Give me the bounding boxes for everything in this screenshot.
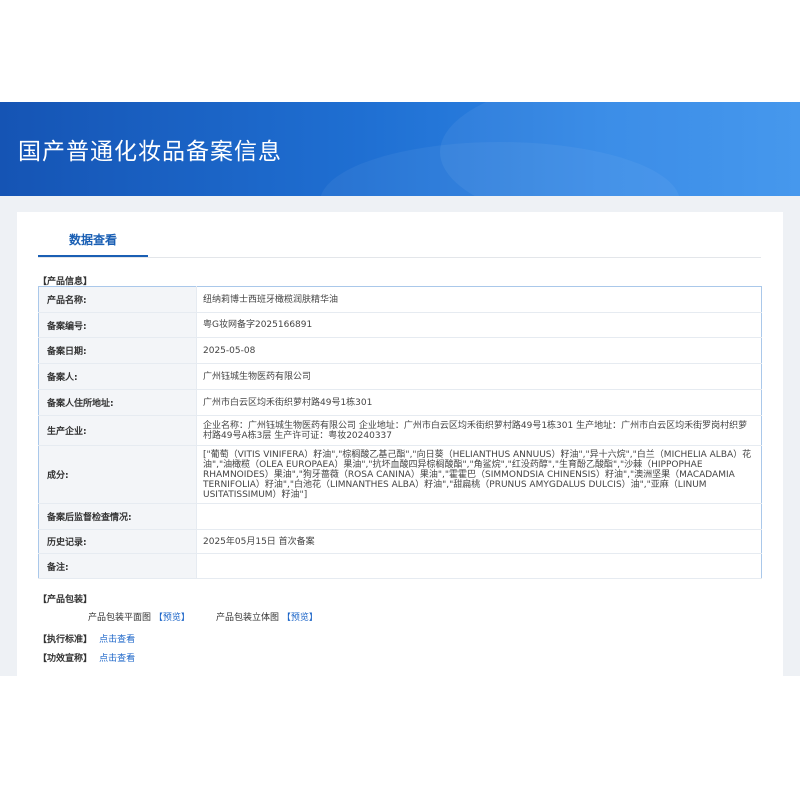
row-value bbox=[196, 553, 762, 579]
row-label: 成分: bbox=[38, 445, 197, 504]
efficacy-claim-label: 【功效宣称】 bbox=[38, 654, 93, 664]
row-label: 备案编号: bbox=[38, 312, 197, 338]
execution-standard-label: 【执行标准】 bbox=[38, 635, 93, 645]
packaging-flat-preview-link[interactable]: 【预览】 bbox=[154, 613, 190, 623]
row-value: 企业名称：广州钰城生物医药有限公司 企业地址：广州市白云区均禾街织萝村路49号1… bbox=[196, 415, 762, 446]
top-blank-area bbox=[0, 0, 800, 102]
page-title: 国产普通化妆品备案信息 bbox=[18, 139, 282, 165]
row-label: 备注: bbox=[38, 553, 197, 579]
table-row: 历史记录: 2025年05月15日 首次备案 bbox=[38, 529, 762, 554]
row-value: ["葡萄（VITIS VINIFERA）籽油","棕榈酸乙基己酯","向日葵（H… bbox=[196, 445, 762, 504]
row-value: 纽纳莉博士西班牙橄榄润肤精华油 bbox=[196, 286, 762, 313]
section-execution-standard: 【执行标准】 点击查看 bbox=[38, 632, 135, 645]
efficacy-claim-link[interactable]: 点击查看 bbox=[99, 654, 135, 664]
row-label: 历史记录: bbox=[38, 529, 197, 554]
row-label: 备案人住所地址: bbox=[38, 389, 197, 416]
row-label: 产品名称: bbox=[38, 286, 197, 313]
section-label-packaging: 【产品包装】 bbox=[38, 595, 93, 605]
table-row: 备案人住所地址: 广州市白云区均禾街织萝村路49号1栋301 bbox=[38, 389, 762, 416]
row-label: 生产企业: bbox=[38, 415, 197, 446]
packaging-stereo-label: 产品包装立体图 bbox=[216, 613, 280, 623]
packaging-stereo-item: 产品包装立体图 【预览】 bbox=[216, 610, 318, 623]
table-row: 备案后监督检查情况: bbox=[38, 503, 762, 530]
product-info-table: 产品名称: 纽纳莉博士西班牙橄榄润肤精华油 备案编号: 粤G妆网备字202516… bbox=[38, 286, 762, 579]
packaging-flat-item: 产品包装平面图 【预览】 bbox=[88, 610, 190, 623]
row-label: 备案后监督检查情况: bbox=[38, 503, 197, 530]
section-efficacy-claim: 【功效宣称】 点击查看 bbox=[38, 651, 135, 664]
packaging-stereo-preview-link[interactable]: 【预览】 bbox=[282, 613, 318, 623]
tab-data-view[interactable]: 数据查看 bbox=[38, 228, 148, 258]
table-row: 备案日期: 2025-05-08 bbox=[38, 337, 762, 364]
row-value: 广州钰城生物医药有限公司 bbox=[196, 363, 762, 390]
row-value: 粤G妆网备字2025166891 bbox=[196, 312, 762, 338]
table-row: 备注: bbox=[38, 553, 762, 579]
row-value: 2025-05-08 bbox=[196, 337, 762, 364]
row-value: 2025年05月15日 首次备案 bbox=[196, 529, 762, 554]
table-row: 备案编号: 粤G妆网备字2025166891 bbox=[38, 312, 762, 338]
table-row: 生产企业: 企业名称：广州钰城生物医药有限公司 企业地址：广州市白云区均禾街织萝… bbox=[38, 415, 762, 446]
row-value bbox=[196, 503, 762, 530]
row-label: 备案日期: bbox=[38, 337, 197, 364]
row-label: 备案人: bbox=[38, 363, 197, 390]
tab-divider bbox=[38, 257, 761, 258]
packaging-flat-label: 产品包装平面图 bbox=[88, 613, 152, 623]
table-row: 产品名称: 纽纳莉博士西班牙橄榄润肤精华油 bbox=[38, 286, 762, 313]
execution-standard-link[interactable]: 点击查看 bbox=[99, 635, 135, 645]
table-row: 成分: ["葡萄（VITIS VINIFERA）籽油","棕榈酸乙基己酯","向… bbox=[38, 445, 762, 504]
table-row: 备案人: 广州钰城生物医药有限公司 bbox=[38, 363, 762, 390]
row-value: 广州市白云区均禾街织萝村路49号1栋301 bbox=[196, 389, 762, 416]
